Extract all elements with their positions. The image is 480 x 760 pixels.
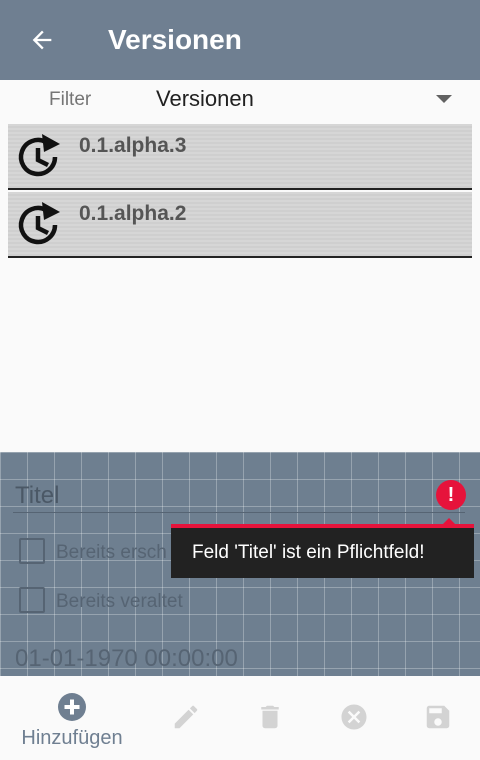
page-title: Versionen	[108, 24, 242, 55]
title-field[interactable]: Titel	[15, 482, 59, 510]
delete-button[interactable]	[250, 676, 290, 760]
plus-circle-icon	[58, 693, 86, 721]
filter-label: Filter	[49, 89, 92, 110]
checkbox-bereits-erschienen[interactable]	[19, 538, 45, 564]
history-icon	[18, 134, 60, 177]
filter-selected-value: Versionen	[156, 86, 254, 111]
checkbox-bereits-veraltet[interactable]	[19, 587, 45, 613]
dropdown-caret-icon	[436, 95, 452, 103]
save-icon	[426, 705, 450, 729]
edit-button[interactable]	[166, 676, 206, 760]
version-list: 0.1.alpha.3 0.1.alpha.2	[0, 122, 480, 452]
list-item[interactable]: 0.1.alpha.3	[8, 124, 472, 190]
add-button-label: Hinzufügen	[21, 727, 123, 749]
history-icon	[18, 202, 60, 245]
bottom-action-bar: Hinzufügen	[0, 676, 480, 760]
date-field[interactable]: 01-01-1970 00:00:00	[15, 645, 238, 673]
back-button[interactable]	[22, 22, 62, 58]
version-label: 0.1.alpha.3	[79, 134, 187, 157]
checkbox-2-label: Bereits veraltet	[56, 591, 183, 612]
version-label: 0.1.alpha.2	[79, 202, 187, 225]
checkbox-1-label: Bereits ersch	[56, 542, 167, 563]
error-icon: !	[436, 480, 466, 510]
list-item[interactable]: 0.1.alpha.2	[8, 192, 472, 258]
cancel-circle-icon	[341, 704, 367, 730]
filter-dropdown[interactable]: Versionen	[156, 86, 460, 116]
app-bar: Versionen	[0, 0, 480, 80]
title-underline	[13, 512, 465, 513]
version-form: Titel ! Bereits ersch Bereits veraltet 0…	[0, 452, 480, 676]
error-tooltip: Feld 'Titel' ist ein Pflichtfeld!	[171, 528, 474, 578]
trash-icon	[261, 705, 279, 729]
arrow-left-icon	[32, 30, 52, 50]
filter-row: Filter Versionen	[0, 80, 480, 122]
cancel-button[interactable]	[334, 676, 374, 760]
add-button[interactable]: Hinzufügen	[12, 676, 132, 760]
pencil-icon	[174, 705, 198, 729]
save-button[interactable]	[418, 676, 458, 760]
